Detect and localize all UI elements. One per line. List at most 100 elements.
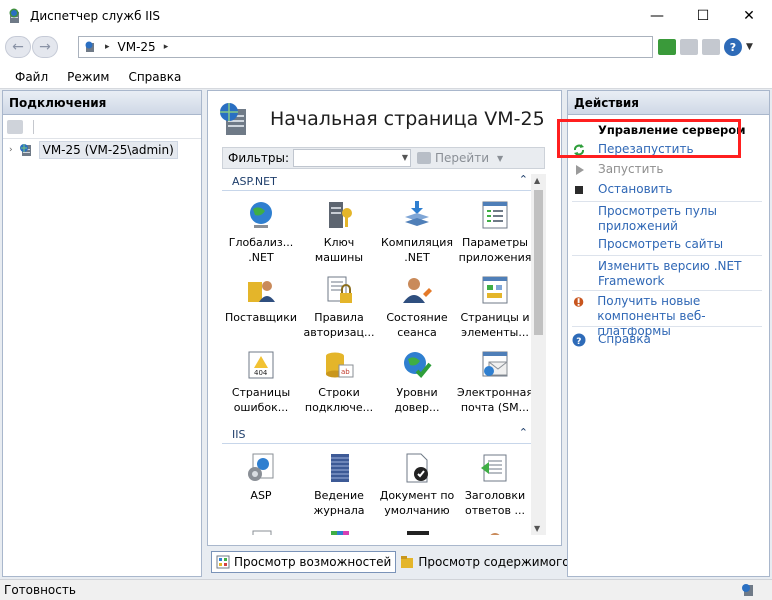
view-app-pools-action[interactable]: Просмотреть пулы приложений [572,204,717,234]
handler-mappings-icon: CGI [407,531,429,535]
compilation-icon [405,201,429,226]
collapse-icon[interactable]: ⌃ [519,173,528,186]
tree-node-label[interactable]: VM-25 (VM-25\admin) [38,141,178,159]
feature-tile[interactable]: Состояние сеанса [380,272,454,347]
actions-panel: Действия Управление сервером Перезапусти… [567,90,770,577]
feature-tile[interactable]: Поставщики [224,272,298,347]
connections-panel: Подключения › VM-25 (VM-25\admin) [2,90,202,577]
asp-icon [248,453,274,481]
filter-input[interactable]: ▼ [293,149,411,167]
actions-divider [572,326,762,327]
connect-icon[interactable] [7,119,23,134]
forward-button[interactable]: → [32,36,58,58]
group-header-iis[interactable]: IIS ⌃ [222,426,534,444]
chevron-down-icon[interactable]: ▼ [497,154,503,163]
feature-label: Электронная почта (SM... [457,386,533,414]
maximize-button[interactable]: ☐ [680,0,726,32]
feature-tile[interactable]: ASP [224,450,298,525]
server-icon [85,41,94,52]
feature-tile[interactable]: Ключ машины [302,197,376,272]
feature-label: Уровни довер... [394,386,440,414]
tab-content-view[interactable]: Просмотр содержимого [396,551,573,573]
feature-tile-partial[interactable] [224,525,298,535]
feature-tile[interactable]: ab Строки подключе... [302,347,376,422]
minimize-button[interactable]: — [634,0,680,32]
cgi-icon [252,530,272,535]
action-label: Остановить [598,182,673,196]
scroll-up-icon[interactable]: ▲ [534,176,540,185]
feature-tile[interactable]: Страницы и элементы... [458,272,532,347]
back-button[interactable]: ← [5,36,31,58]
menu-view[interactable]: Режим [67,70,109,84]
close-button[interactable]: ✕ [726,0,772,32]
connections-header: Подключения [3,91,201,115]
collapse-icon[interactable]: ⌃ [519,426,528,439]
go-button[interactable]: Перейти ▼ [417,151,503,165]
menu-help[interactable]: Справка [128,70,181,84]
feature-label: ASP [250,489,272,502]
response-headers-icon [481,454,507,482]
group-header-aspnet[interactable]: ASP.NET ⌃ [222,173,534,191]
feature-tile[interactable]: Ведение журнала [302,450,376,525]
home-icon[interactable] [702,39,720,55]
default-document-icon [406,453,428,483]
trust-levels-icon [404,352,432,378]
features-scrollbar[interactable]: ▲ ▼ [531,174,546,535]
feature-tile[interactable]: Параметры приложения [458,197,532,272]
stop-icon [575,186,583,194]
action-label: Запустить [598,162,664,176]
features-list: ASP.NET ⌃ Глобализ... .NET Ключ машины К… [222,173,534,535]
feature-tile[interactable]: Правила авторизац... [302,272,376,347]
svg-text:ab: ab [341,368,350,376]
providers-icon [248,281,275,302]
feature-tile-partial[interactable] [302,525,376,535]
machine-key-icon [329,202,352,228]
go-icon [417,152,431,164]
help-action[interactable]: ? Справка [572,332,651,347]
feature-tile[interactable]: Электронная почта (SM... [457,347,533,422]
svg-text:?: ? [576,337,581,347]
breadcrumb-server[interactable]: VM-25 [118,40,156,54]
breadcrumb-arrow[interactable]: ▸ [105,42,110,52]
chevron-down-icon[interactable]: ▼ [402,153,408,162]
feature-label: Параметры приложения [458,236,532,264]
tab-label: Просмотр содержимого [418,555,570,569]
content-view-icon [401,556,414,568]
change-net-version-action[interactable]: Изменить версию .NET Framework [572,259,741,289]
chevron-down-icon[interactable]: ▼ [746,42,753,52]
status-bar: Готовность [0,579,772,600]
tab-features-view[interactable]: Просмотр возможностей [211,551,397,573]
feature-tile[interactable]: 404 Страницы ошибок... [224,347,298,422]
tree-node-server[interactable]: › VM-25 (VM-25\admin) [9,141,178,159]
help-icon[interactable]: ? [724,38,742,56]
feature-tile[interactable]: Документ по умолчанию [380,450,454,525]
svg-text:404: 404 [254,369,268,377]
expand-icon[interactable]: › [9,145,13,155]
menu-file[interactable]: Файл [15,70,48,84]
error-pages-icon: 404 [248,351,274,379]
address-path[interactable]: ▸ VM-25 ▸ [78,36,653,58]
stop-icon[interactable] [680,39,698,55]
stop-action[interactable]: Остановить [572,182,673,197]
feature-tile[interactable]: Глобализ... .NET [224,197,298,272]
feature-tile[interactable]: Компиляция .NET [380,197,454,272]
feature-tile[interactable]: Заголовки ответов ... [458,450,532,525]
action-label: Изменить версию .NET Framework [598,259,742,288]
view-tabs: Просмотр возможностей Просмотр содержимо… [211,551,574,573]
feature-label: Поставщики [225,311,297,324]
authorization-rules-icon [327,276,352,303]
refresh-icon[interactable] [658,39,676,55]
page-title: Начальная страница VM-25 [218,101,545,137]
feature-tile[interactable]: Уровни довер... [380,347,454,422]
feature-tile-partial[interactable]: CGI [380,525,454,535]
scroll-down-icon[interactable]: ▼ [534,524,540,533]
breadcrumb-arrow-2[interactable]: ▸ [164,42,169,52]
menu-bar: Файл Режим Справка [0,66,772,88]
feature-label: Строки подключе... [304,386,374,414]
actions-divider [572,290,762,291]
feature-tile-partial[interactable] [458,525,532,535]
feature-label: Заголовки ответов ... [464,489,526,517]
scroll-thumb[interactable] [534,190,543,335]
session-state-icon [403,278,432,303]
view-sites-action[interactable]: Просмотреть сайты [572,237,723,252]
